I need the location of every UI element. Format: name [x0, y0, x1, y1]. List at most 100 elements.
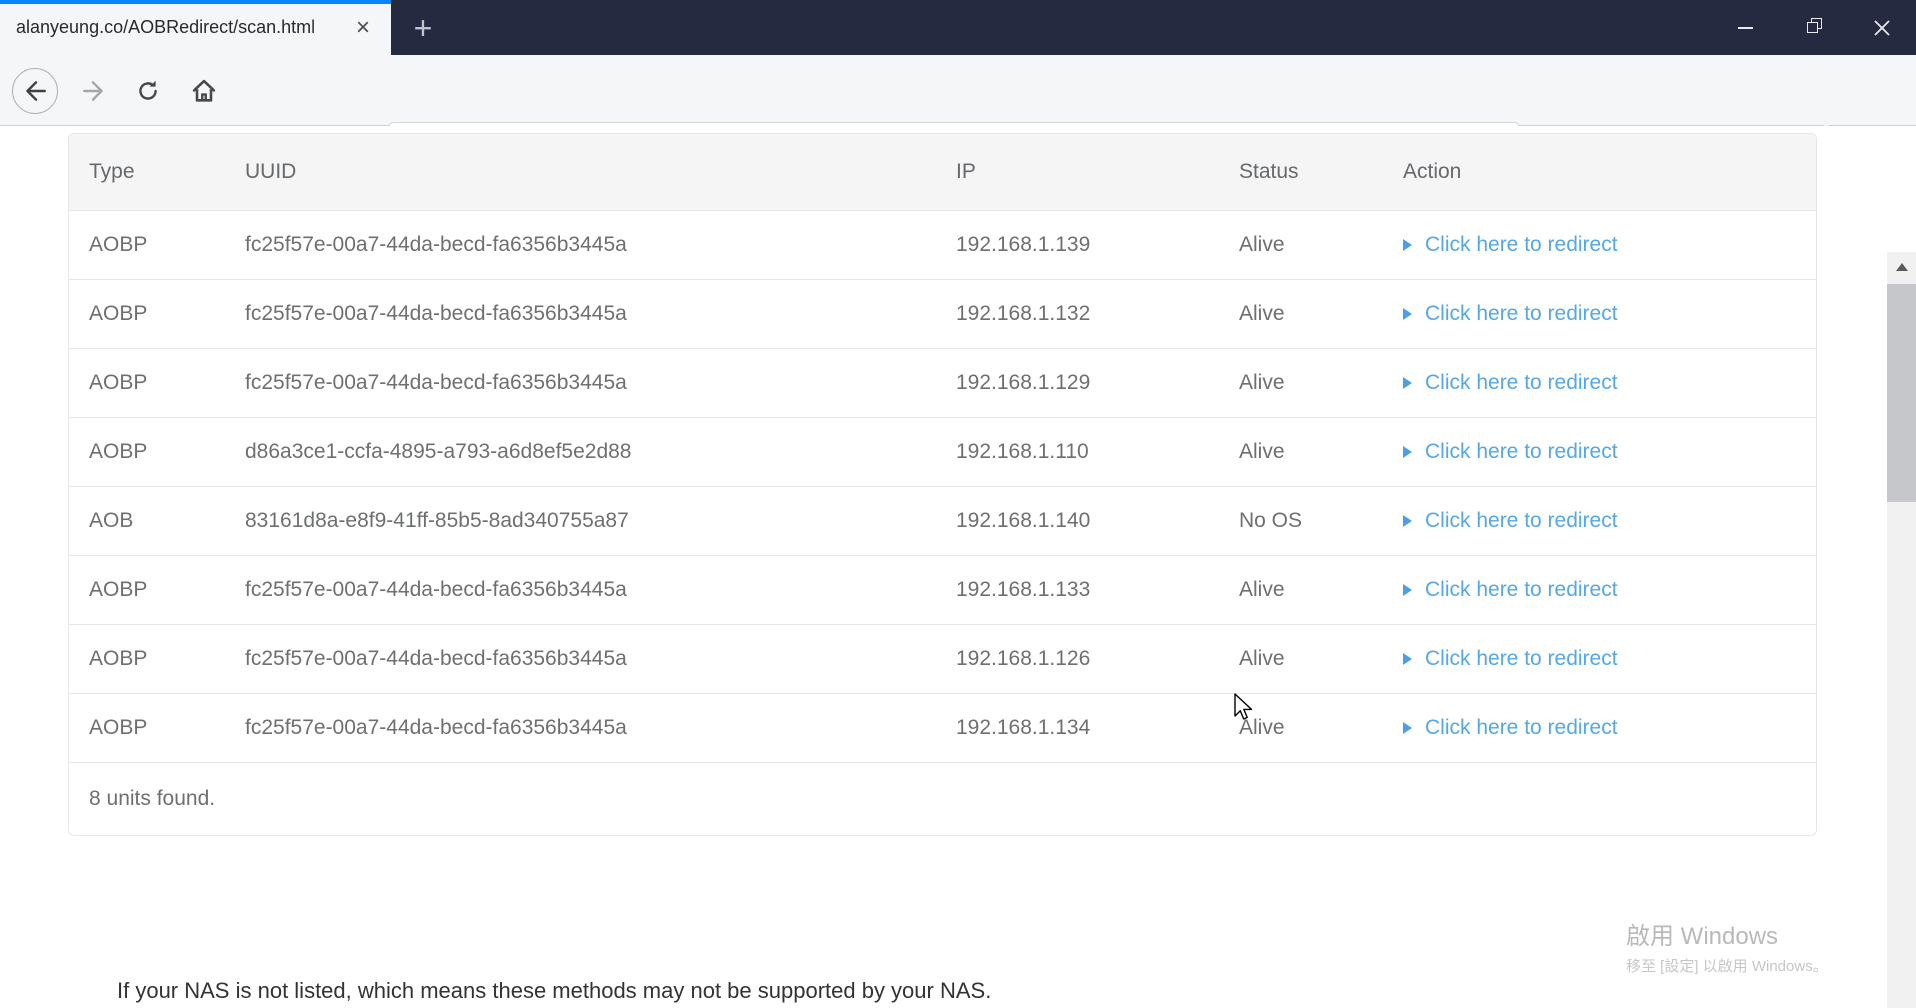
redirect-link[interactable]: Click here to redirect [1403, 371, 1816, 395]
triangle-right-icon [1403, 308, 1412, 320]
cell-uuid: 83161d8a-e8f9-41ff-85b5-8ad340755a87 [245, 509, 629, 532]
column-header-uuid: UUID [245, 160, 297, 183]
redirect-link[interactable]: Click here to redirect [1403, 233, 1816, 257]
column-header-ip: IP [956, 160, 976, 183]
cell-type: AOBP [89, 233, 148, 256]
browser-tab[interactable]: alanyeung.co/AOBRedirect/scan.html × [0, 0, 391, 55]
triangle-right-icon [1403, 722, 1412, 734]
table-row: AOBP fc25f57e-00a7-44da-becd-fa6356b3445… [69, 210, 1816, 279]
redirect-link[interactable]: Click here to redirect [1403, 647, 1816, 671]
units-found-text: 8 units found. [89, 787, 216, 810]
activate-windows-watermark: 啟用 Windows 移至 [設定] 以啟用 Windows。 [1626, 916, 1828, 976]
cell-uuid: fc25f57e-00a7-44da-becd-fa6356b3445a [245, 371, 627, 394]
redirect-link-label: Click here to redirect [1425, 716, 1618, 739]
cell-type: AOBP [89, 371, 148, 394]
cell-uuid: fc25f57e-00a7-44da-becd-fa6356b3445a [245, 578, 627, 601]
table-row: AOBP fc25f57e-00a7-44da-becd-fa6356b3445… [69, 693, 1816, 762]
table-row: AOBP fc25f57e-00a7-44da-becd-fa6356b3445… [69, 555, 1816, 624]
forward-button[interactable] [70, 55, 118, 126]
redirect-link[interactable]: Click here to redirect [1403, 440, 1816, 464]
column-header-status: Status [1239, 160, 1299, 183]
minimize-icon [1737, 26, 1753, 29]
column-header-type: Type [89, 160, 135, 183]
cell-type: AOBP [89, 440, 148, 463]
triangle-right-icon [1403, 239, 1412, 251]
watermark-line1: 啟用 Windows [1626, 923, 1779, 950]
restore-icon [1806, 18, 1822, 34]
cell-status: Alive [1239, 716, 1285, 739]
cell-uuid: fc25f57e-00a7-44da-becd-fa6356b3445a [245, 647, 627, 670]
table-row: AOB 83161d8a-e8f9-41ff-85b5-8ad340755a87… [69, 486, 1816, 555]
triangle-right-icon [1403, 653, 1412, 665]
back-icon [26, 80, 46, 101]
redirect-link-label: Click here to redirect [1425, 371, 1618, 394]
cell-type: AOBP [89, 716, 148, 739]
scroll-up-button[interactable] [1887, 252, 1916, 282]
table-row: AOBP fc25f57e-00a7-44da-becd-fa6356b3445… [69, 624, 1816, 693]
redirect-link-label: Click here to redirect [1425, 302, 1618, 325]
cell-ip: 192.168.1.132 [956, 302, 1091, 325]
cell-ip: 192.168.1.140 [956, 509, 1091, 532]
watermark-line2: 移至 [設定] 以啟用 Windows。 [1626, 958, 1828, 975]
cell-uuid: fc25f57e-00a7-44da-becd-fa6356b3445a [245, 233, 627, 256]
cell-type: AOBP [89, 578, 148, 601]
table-footer-row: 8 units found. [69, 762, 1816, 835]
redirect-link-label: Click here to redirect [1425, 647, 1618, 670]
redirect-link-label: Click here to redirect [1425, 440, 1618, 463]
restore-button[interactable] [1786, 0, 1842, 55]
tab-title: alanyeung.co/AOBRedirect/scan.html [16, 17, 316, 37]
triangle-right-icon [1403, 584, 1412, 596]
cell-uuid: fc25f57e-00a7-44da-becd-fa6356b3445a [245, 716, 627, 739]
reload-icon [139, 80, 157, 100]
page-content: Type UUID IP Status Action AOBP fc25f57e-00a… [0, 126, 1916, 1008]
scan-results-table: Type UUID IP Status Action AOBP fc25f57e-00a… [68, 133, 1817, 836]
minimize-button[interactable] [1717, 0, 1773, 55]
cell-ip: 192.168.1.110 [956, 440, 1089, 463]
cell-status: Alive [1239, 578, 1285, 601]
cell-uuid: d86a3ce1-ccfa-4895-a793-a6d8ef5e2d88 [245, 440, 632, 463]
cell-ip: 192.168.1.133 [956, 578, 1091, 601]
window-close-button[interactable] [1854, 0, 1910, 55]
cell-status: Alive [1239, 302, 1285, 325]
back-button[interactable] [8, 55, 62, 126]
redirect-link[interactable]: Click here to redirect [1403, 578, 1816, 602]
triangle-right-icon [1403, 377, 1412, 389]
home-button[interactable] [178, 55, 230, 126]
redirect-link-label: Click here to redirect [1425, 233, 1618, 256]
navigation-toolbar: https://alanyeung.co/AOBRedirect/scan.ht… [0, 55, 1916, 168]
cell-ip: 192.168.1.129 [956, 371, 1091, 394]
triangle-right-icon [1403, 515, 1412, 527]
column-header-action: Action [1403, 160, 1462, 183]
home-icon [192, 79, 216, 102]
table-row: AOBP d86a3ce1-ccfa-4895-a793-a6d8ef5e2d8… [69, 417, 1816, 486]
close-icon [1874, 19, 1890, 36]
cell-type: AOB [89, 509, 134, 532]
vertical-scrollbar[interactable] [1887, 252, 1916, 1008]
redirect-link[interactable]: Click here to redirect [1403, 302, 1816, 326]
tab-close-icon[interactable]: × [349, 14, 377, 42]
scrollbar-thumb[interactable] [1887, 284, 1916, 502]
redirect-link-label: Click here to redirect [1425, 509, 1618, 532]
cell-status: Alive [1239, 233, 1285, 256]
titlebar: alanyeung.co/AOBRedirect/scan.html × + [0, 0, 1916, 55]
redirect-link[interactable]: Click here to redirect [1403, 509, 1816, 533]
cell-status: No OS [1239, 509, 1303, 532]
cell-status: Alive [1239, 371, 1285, 394]
cell-ip: 192.168.1.134 [956, 716, 1091, 739]
nas-note-text: If your NAS is not listed, which means t… [117, 978, 992, 1003]
new-tab-button[interactable]: + [400, 6, 446, 50]
table-row: AOBP fc25f57e-00a7-44da-becd-fa6356b3445… [69, 348, 1816, 417]
triangle-right-icon [1403, 446, 1412, 458]
table-row: AOBP fc25f57e-00a7-44da-becd-fa6356b3445… [69, 279, 1816, 348]
redirect-link[interactable]: Click here to redirect [1403, 716, 1816, 740]
tab-title-fade [311, 4, 351, 52]
forward-icon [83, 80, 103, 101]
cell-ip: 192.168.1.126 [956, 647, 1091, 670]
cell-ip: 192.168.1.139 [956, 233, 1091, 256]
cell-type: AOBP [89, 647, 148, 670]
cell-uuid: fc25f57e-00a7-44da-becd-fa6356b3445a [245, 302, 627, 325]
cell-status: Alive [1239, 647, 1285, 670]
redirect-link-label: Click here to redirect [1425, 578, 1618, 601]
table-header-row: Type UUID IP Status Action [69, 134, 1816, 210]
reload-button[interactable] [124, 55, 172, 126]
